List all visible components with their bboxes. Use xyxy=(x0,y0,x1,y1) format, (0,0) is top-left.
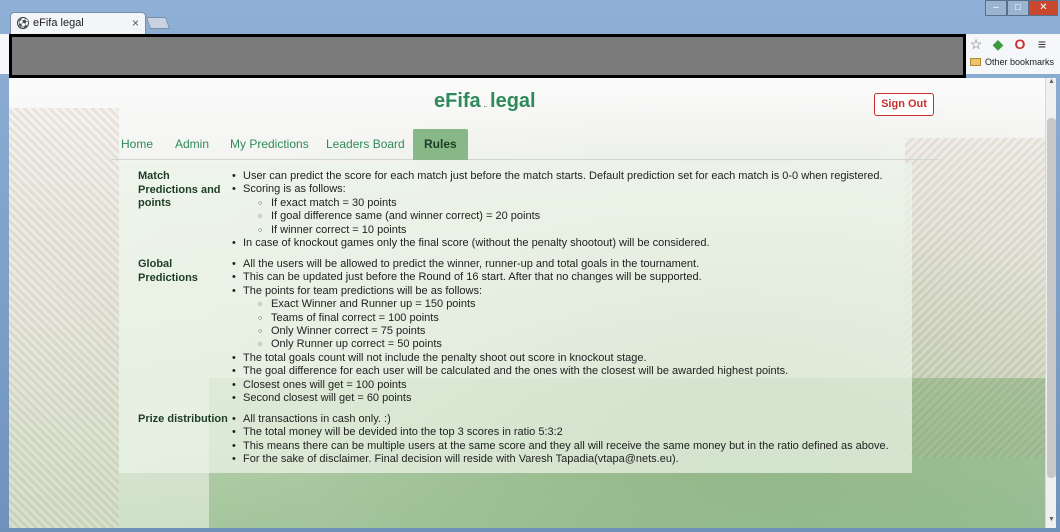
rule-item: Closest ones will get = 100 points xyxy=(232,379,788,393)
rule-item: For the sake of disclaimer. Final decisi… xyxy=(232,453,889,467)
tab-title: eFifa legal xyxy=(33,17,84,29)
rule-sub-item: If exact match = 30 points xyxy=(243,197,883,211)
rule-item: User can predict the score for each matc… xyxy=(232,170,883,184)
rule-item: This means there can be multiple users a… xyxy=(232,440,889,454)
main-nav: Home Admin My Predictions Leaders Board … xyxy=(111,129,939,160)
rule-item: In case of knockout games only the final… xyxy=(232,237,883,251)
star-icon[interactable]: ☆ xyxy=(968,36,984,52)
rule-item: This can be updated just before the Roun… xyxy=(232,271,788,285)
scroll-up-arrow-icon[interactable]: ▲ xyxy=(1046,78,1057,90)
rule-item: Second closest will get = 60 points xyxy=(232,392,788,406)
brand-tail: legal xyxy=(490,90,536,112)
menu-icon[interactable]: ≡ xyxy=(1034,36,1050,52)
vertical-scrollbar[interactable]: ▲ ▼ xyxy=(1045,78,1056,528)
close-tab-icon[interactable]: × xyxy=(132,16,139,30)
background-crowd xyxy=(9,108,119,528)
new-tab-button[interactable] xyxy=(145,17,171,29)
close-window-button[interactable]: ✕ xyxy=(1029,0,1058,16)
rule-sub-item: Only Winner correct = 75 points xyxy=(243,325,788,339)
folder-icon xyxy=(970,58,981,66)
other-bookmarks-label: Other bookmarks xyxy=(985,57,1055,67)
site-logo[interactable]: eFifa.. legal xyxy=(434,90,536,113)
section-title: Global Predictions xyxy=(138,258,198,284)
rules-list: All the users will be allowed to predict… xyxy=(232,258,788,406)
rules-list: All transactions in cash only. :)The tot… xyxy=(232,413,889,467)
rule-sub-item: If winner correct = 10 points xyxy=(243,224,883,238)
browser-tab[interactable]: ⚽ eFifa legal × xyxy=(10,12,146,34)
rule-sub-item: Exact Winner and Runner up = 150 points xyxy=(243,298,788,312)
rule-item: Scoring is as follows: xyxy=(232,183,883,197)
address-bar-redacted[interactable] xyxy=(9,34,966,78)
soccer-ball-icon: ⚽ xyxy=(17,17,30,29)
rules-list: User can predict the score for each matc… xyxy=(232,170,883,251)
rule-item: The total money will be devided into the… xyxy=(232,426,889,440)
rule-item: All the users will be allowed to predict… xyxy=(232,258,788,272)
nav-my-predictions[interactable]: My Predictions xyxy=(230,129,309,160)
sign-out-button[interactable]: Sign Out xyxy=(874,93,934,116)
rule-item: All transactions in cash only. :) xyxy=(232,413,889,427)
nav-admin[interactable]: Admin xyxy=(175,129,209,160)
title-bar: ⚽ eFifa legal × – □ ✕ xyxy=(0,0,1060,34)
rule-item: The points for team predictions will be … xyxy=(232,285,788,299)
rule-item: The total goals count will not include t… xyxy=(232,352,788,366)
section-title: Match Predictions and points xyxy=(138,170,221,209)
rule-sub-item: If goal difference same (and winner corr… xyxy=(243,210,883,224)
section-title: Prize distribution xyxy=(138,413,228,425)
scroll-thumb[interactable] xyxy=(1047,118,1056,478)
scroll-down-arrow-icon[interactable]: ▼ xyxy=(1046,516,1057,528)
rule-item: The goal difference for each user will b… xyxy=(232,365,788,379)
rule-sub-item: Teams of final correct = 100 points xyxy=(243,312,788,326)
page-viewport: eFifa.. legal Sign Out Home Admin My Pred… xyxy=(9,78,1045,528)
brand-sub: .. xyxy=(483,103,488,109)
nav-home[interactable]: Home xyxy=(121,129,153,160)
nav-leaders-board[interactable]: Leaders Board xyxy=(326,129,405,160)
toolbar-icons: ☆ ◆ O ≡ xyxy=(968,36,1056,54)
rule-sub-item: Only Runner up correct = 50 points xyxy=(243,338,788,352)
bookmarks-bar[interactable]: Other bookmarks xyxy=(966,56,1060,72)
browser-window: ⚽ eFifa legal × – □ ✕ ☆ ◆ O ≡ Other book… xyxy=(0,0,1060,532)
brand-main: eFifa xyxy=(434,90,481,112)
nav-rules[interactable]: Rules xyxy=(413,129,468,160)
opera-icon[interactable]: O xyxy=(1012,36,1028,52)
extension-icon[interactable]: ◆ xyxy=(990,36,1006,52)
minimize-button[interactable]: – xyxy=(985,0,1007,16)
maximize-button[interactable]: □ xyxy=(1007,0,1029,16)
rules-panel: Match Predictions and points User can pr… xyxy=(119,163,912,473)
